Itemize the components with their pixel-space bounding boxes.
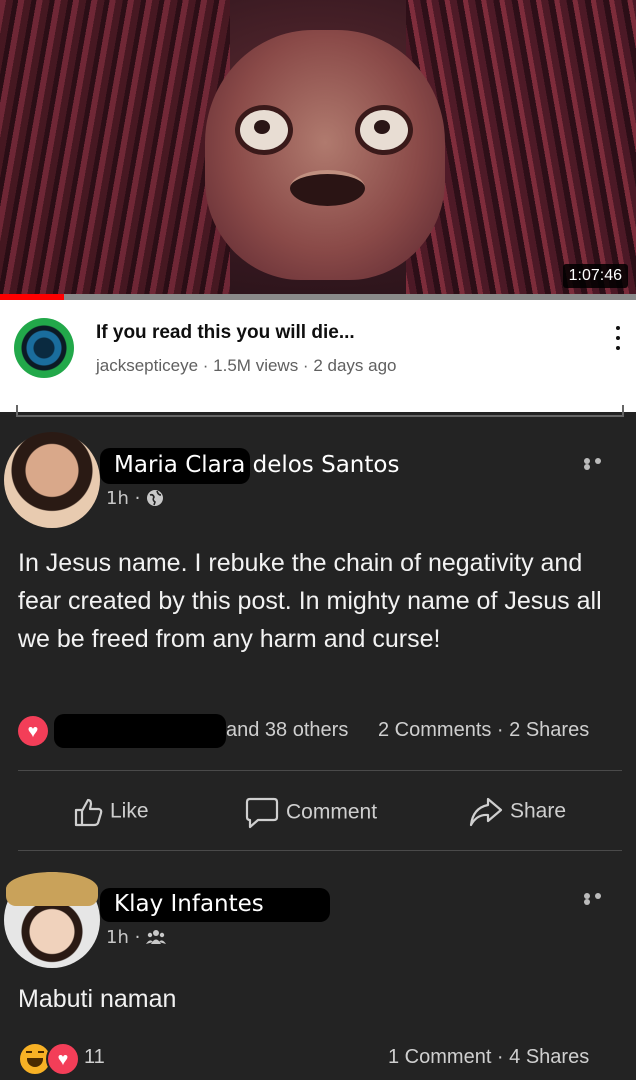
post-time: 1h · [106, 488, 164, 509]
video-title[interactable]: If you read this you will die... [96, 322, 355, 344]
comment-count[interactable]: 2 Comments [378, 719, 491, 741]
post-author[interactable]: Klay Infantes [114, 891, 264, 917]
video-thumbnail[interactable]: 1:07:46 [0, 0, 636, 300]
engagement-counts: 1 Comment · 4 Shares [388, 1046, 590, 1068]
hat-graphic [6, 872, 98, 906]
globe-icon [147, 490, 164, 506]
comment-button[interactable]: Comment [244, 796, 377, 830]
thumbnail-face [205, 30, 445, 280]
shared-card-border [16, 405, 624, 417]
love-reaction-icon[interactable]: ♥ [18, 716, 48, 746]
comment-icon [245, 797, 279, 829]
avatar[interactable] [4, 432, 100, 528]
upload-age: 2 days ago [313, 356, 397, 375]
thumbs-up-icon [74, 798, 103, 827]
video-duration: 1:07:46 [562, 264, 628, 288]
post-time: 1h · [106, 927, 167, 948]
love-reaction-icon[interactable]: ♥ [46, 1042, 80, 1076]
post-menu-icon[interactable] [584, 893, 616, 905]
divider [18, 850, 622, 851]
share-count[interactable]: 2 Shares [509, 719, 589, 741]
reaction-count[interactable]: 11 [84, 1046, 105, 1069]
engagement-counts: 2 Comments · 2 Shares [378, 719, 590, 741]
post-text: In Jesus name. I rebuke the chain of neg… [18, 549, 602, 653]
more-options-icon[interactable] [614, 326, 622, 356]
share-arrow-icon [469, 797, 503, 827]
reaction-summary[interactable]: and 38 others [226, 719, 348, 742]
channel-name[interactable]: jacksepticeye [96, 356, 198, 375]
post-menu-icon[interactable] [584, 458, 616, 470]
share-button[interactable]: Share [468, 796, 566, 828]
view-count: 1.5M views [213, 356, 299, 375]
redaction-bar [54, 714, 226, 748]
like-button[interactable]: Like [72, 796, 149, 828]
post-author[interactable]: Maria Clara delos Santos [114, 452, 399, 478]
post-text: Mabuti naman [18, 985, 177, 1013]
comment-count[interactable]: 1 Comment [388, 1046, 491, 1068]
channel-avatar[interactable] [14, 318, 74, 378]
video-info-bar[interactable]: If you read this you will die... jacksep… [0, 300, 636, 412]
share-count[interactable]: 4 Shares [509, 1046, 589, 1068]
friends-icon [146, 930, 167, 944]
video-meta: jacksepticeye · 1.5M views · 2 days ago [96, 356, 397, 375]
divider [18, 770, 622, 771]
